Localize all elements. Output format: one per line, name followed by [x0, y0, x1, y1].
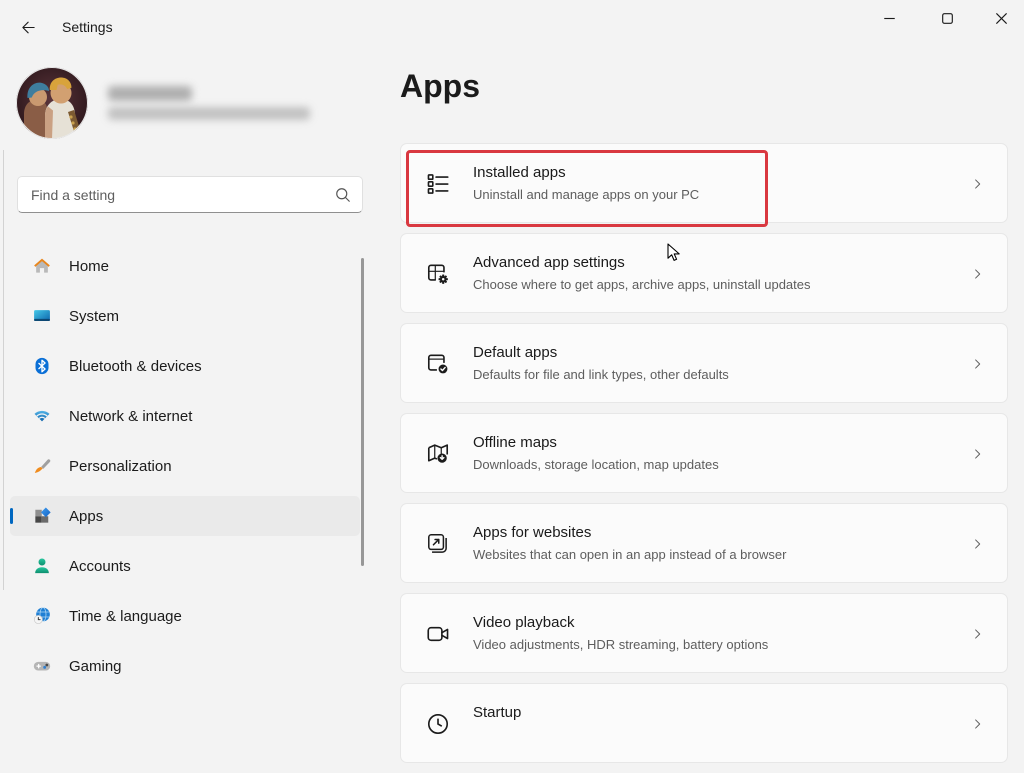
system-icon — [32, 306, 52, 326]
offline-maps-icon — [425, 441, 451, 467]
card-installed-apps[interactable]: Installed apps Uninstall and manage apps… — [400, 143, 1008, 223]
sidebar-item-apps[interactable]: Apps — [10, 496, 360, 536]
chevron-right-icon — [970, 444, 985, 464]
chevron-right-icon — [970, 354, 985, 374]
chevron-right-icon — [970, 534, 985, 554]
search-box — [17, 176, 363, 213]
sidebar-scrollbar[interactable] — [361, 258, 364, 566]
home-icon — [32, 256, 52, 276]
maximize-button[interactable] — [924, 0, 970, 36]
window-title: Settings — [62, 19, 113, 35]
page-title: Apps — [400, 68, 480, 104]
card-subtitle: Video adjustments, HDR streaming, batter… — [473, 637, 769, 652]
network-icon — [32, 406, 52, 426]
card-subtitle: Choose where to get apps, archive apps, … — [473, 277, 811, 292]
card-title: Video playback — [473, 614, 575, 631]
card-subtitle: Downloads, storage location, map updates — [473, 457, 719, 472]
advanced-app-settings-icon — [425, 261, 451, 287]
sidebar-item-gaming[interactable]: Gaming — [10, 646, 360, 686]
card-video-playback[interactable]: Video playback Video adjustments, HDR st… — [400, 593, 1008, 673]
sidebar-item-label: Accounts — [69, 557, 131, 575]
card-default-apps[interactable]: Default apps Defaults for file and link … — [400, 323, 1008, 403]
sidebar-item-network-and-internet[interactable]: Network & internet — [10, 396, 360, 436]
sidebar-item-accounts[interactable]: Accounts — [10, 546, 360, 586]
chevron-right-icon — [970, 714, 985, 734]
sidebar-item-label: System — [69, 307, 120, 325]
card-title: Offline maps — [473, 434, 557, 451]
apps-icon — [32, 506, 52, 526]
video-playback-icon — [425, 621, 451, 647]
card-title: Apps for websites — [473, 524, 592, 541]
card-title: Default apps — [473, 344, 558, 361]
sidebar-item-system[interactable]: System — [10, 296, 360, 336]
user-email-redacted — [108, 107, 310, 120]
bluetooth-icon — [32, 356, 52, 376]
card-offline-maps[interactable]: Offline maps Downloads, storage location… — [400, 413, 1008, 493]
minimize-icon — [879, 8, 900, 29]
sidebar-item-label: Bluetooth & devices — [69, 357, 202, 375]
card-subtitle: Websites that can open in an app instead… — [473, 547, 787, 562]
sidebar-item-label: Time & language — [69, 607, 182, 625]
back-arrow-icon — [20, 19, 37, 36]
personalization-icon — [32, 456, 52, 476]
installed-apps-icon — [425, 171, 451, 197]
card-advanced-app-settings[interactable]: Advanced app settings Choose where to ge… — [400, 233, 1008, 313]
close-icon — [991, 8, 1012, 29]
card-title: Installed apps — [473, 164, 566, 181]
card-startup[interactable]: Startup — [400, 683, 1008, 763]
card-subtitle: Uninstall and manage apps on your PC — [473, 187, 700, 202]
sidebar-item-home[interactable]: Home — [10, 246, 360, 286]
sidebar-item-time-and-language[interactable]: Time & language — [10, 596, 360, 636]
sidebar-item-personalization[interactable]: Personalization — [10, 446, 360, 486]
gaming-icon — [32, 656, 52, 676]
card-subtitle: Defaults for file and link types, other … — [473, 367, 729, 382]
time-language-icon — [32, 606, 52, 626]
close-button[interactable] — [978, 0, 1024, 36]
default-apps-icon — [425, 351, 451, 377]
card-apps-for-websites[interactable]: Apps for websites Websites that can open… — [400, 503, 1008, 583]
sidebar-item-label: Network & internet — [69, 407, 193, 425]
search-input[interactable] — [18, 177, 362, 212]
sidebar-item-label: Personalization — [69, 457, 172, 475]
back-button[interactable] — [12, 11, 44, 43]
chevron-right-icon — [970, 174, 985, 194]
sidebar-item-label: Gaming — [69, 657, 122, 675]
card-title: Advanced app settings — [473, 254, 625, 271]
search-icon — [333, 185, 353, 205]
sidebar-nav: Home System Bluetooth & devices Network … — [10, 246, 360, 696]
sidebar-item-label: Apps — [69, 507, 104, 525]
sidebar-item-label: Home — [69, 257, 110, 275]
maximize-icon — [937, 8, 958, 29]
user-name-redacted — [108, 86, 192, 101]
apps-for-websites-icon — [425, 531, 451, 557]
startup-icon — [425, 711, 451, 737]
sidebar-item-bluetooth-and-devices[interactable]: Bluetooth & devices — [10, 346, 360, 386]
settings-cards: Installed apps Uninstall and manage apps… — [400, 143, 1008, 773]
user-avatar — [16, 67, 88, 139]
accounts-icon — [32, 556, 52, 576]
sidebar-left-divider — [3, 150, 4, 590]
minimize-button[interactable] — [866, 0, 912, 36]
selected-indicator — [10, 508, 13, 524]
chevron-right-icon — [970, 624, 985, 644]
chevron-right-icon — [970, 264, 985, 284]
